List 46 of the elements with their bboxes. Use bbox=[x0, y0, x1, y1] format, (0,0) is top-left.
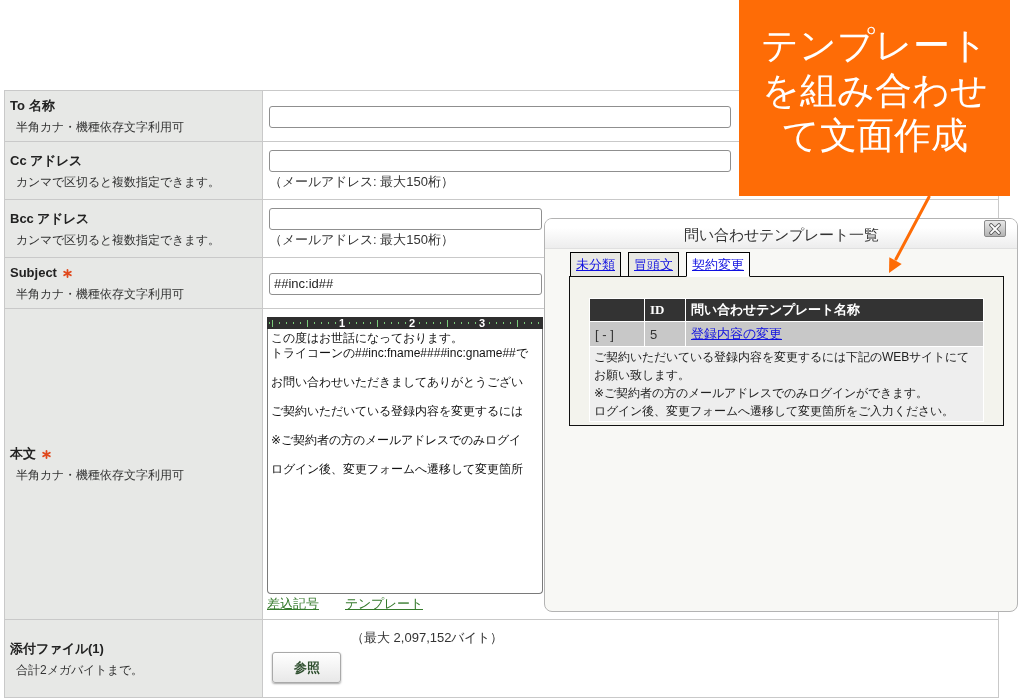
browse-button[interactable]: 参照 bbox=[272, 652, 341, 683]
tab[interactable]: 冒頭文 bbox=[628, 252, 679, 276]
callout-banner: テンプレートを組み合わせて文面作成 bbox=[739, 0, 1010, 196]
text-input[interactable] bbox=[269, 105, 731, 128]
field-hint: 半角カナ・機種依存文字利用可 bbox=[16, 467, 185, 483]
body-text-line: この度はお世話になっております。 bbox=[271, 331, 463, 346]
table-cell: 5 bbox=[644, 321, 686, 347]
preview-text: ※ご契約者の方のメールアドレスでのみログインができます。 bbox=[594, 385, 930, 402]
ruler-number: 1 bbox=[336, 317, 348, 329]
field-note: （最大 2,097,152バイト） bbox=[351, 629, 504, 647]
dialog-title: 問い合わせテンプレート一覧 bbox=[683, 226, 879, 243]
tab[interactable]: 未分類 bbox=[570, 252, 621, 276]
text-input[interactable] bbox=[269, 150, 731, 172]
field-hint: 合計2メガバイトまで。 bbox=[16, 661, 144, 678]
body-text-line: トライコーンの##inc:fname####inc:gname##で bbox=[271, 346, 528, 361]
field-label: To 名称 bbox=[10, 97, 55, 115]
field-label: 本文 bbox=[10, 445, 36, 463]
body-text-line: ログイン後、変更フォームへ遷移して変更箇所 bbox=[271, 462, 523, 477]
field-note: （メールアドレス: 最大150桁） bbox=[269, 231, 454, 249]
field-hint: 半角カナ・機種依存文字利用可 bbox=[16, 119, 185, 135]
field-hint: カンマで区切ると複数指定できます。 bbox=[16, 173, 221, 190]
field-label: Cc アドレス bbox=[10, 151, 83, 170]
preview-text: ログイン後、変更フォームへ遷移して変更箇所をご入力ください。 bbox=[594, 403, 955, 420]
ruler-number: 2 bbox=[406, 317, 418, 329]
column-header: ID bbox=[644, 298, 686, 322]
close-icon bbox=[989, 222, 1001, 235]
field-label: 添付ファイル(1) bbox=[10, 639, 104, 658]
editor-link[interactable]: 差込記号 bbox=[267, 596, 319, 612]
template-link[interactable]: 登録内容の変更 bbox=[691, 326, 782, 341]
tab[interactable]: 契約変更 bbox=[686, 252, 750, 277]
field-label: Subject bbox=[10, 264, 57, 282]
body-text-line: ※ご契約者の方のメールアドレスでのみログイ bbox=[271, 433, 522, 448]
field-hint: カンマで区切ると複数指定できます。 bbox=[16, 231, 221, 248]
column-header: 問い合わせテンプレート名称 bbox=[685, 298, 984, 322]
text-input[interactable]: ##inc:id## bbox=[269, 272, 542, 295]
ruler-number: 3 bbox=[476, 317, 488, 329]
body-text-line: お問い合わせいただきましてありがとうござい bbox=[271, 375, 523, 390]
close-button[interactable] bbox=[984, 220, 1006, 237]
editor-link[interactable]: テンプレート bbox=[345, 596, 423, 612]
body-textarea[interactable]: この度はお世話になっております。 トライコーンの##inc:fname####inc:gname##で お問い合わせいただきましてありがとうござい ご契約いただいている登録内容を変更するには ※ご契約者の方のメールアドレスでのみログイ ログイン後、変更フォームへ遷移して変更箇所 bbox=[267, 329, 543, 594]
field-label: Bcc アドレス bbox=[10, 209, 90, 228]
body-text-line: ご契約いただいている登録内容を変更するには bbox=[271, 404, 523, 419]
field-note: （メールアドレス: 最大150桁） bbox=[269, 173, 454, 191]
preview-text: ご契約いただいている登録内容を変更するには下記のWEBサイトにてお願い致します。 bbox=[594, 349, 971, 384]
text-input[interactable] bbox=[269, 208, 542, 230]
field-hint: 半角カナ・機種依存文字利用可 bbox=[16, 286, 185, 302]
